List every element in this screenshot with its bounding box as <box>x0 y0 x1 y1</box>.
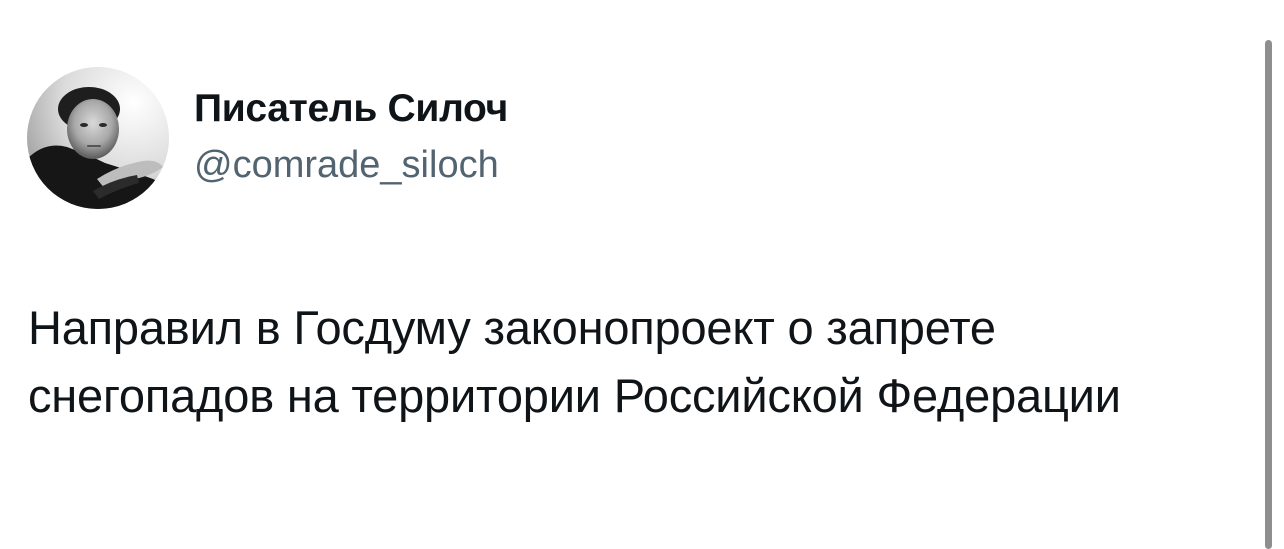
author-display-name[interactable]: Писатель Силоч <box>194 84 508 134</box>
scrollbar-thumb[interactable] <box>1265 40 1272 549</box>
author-avatar[interactable] <box>27 67 169 209</box>
author-handle[interactable]: @comrade_siloch <box>194 142 508 188</box>
avatar-photo-icon <box>27 67 169 209</box>
author-info: Писатель Силоч @comrade_siloch <box>194 84 508 188</box>
tweet-text: Направил в Госдуму законопроект о запрет… <box>28 301 1121 422</box>
tweet-card: Писатель Силоч @comrade_siloch Направил … <box>0 0 1284 549</box>
